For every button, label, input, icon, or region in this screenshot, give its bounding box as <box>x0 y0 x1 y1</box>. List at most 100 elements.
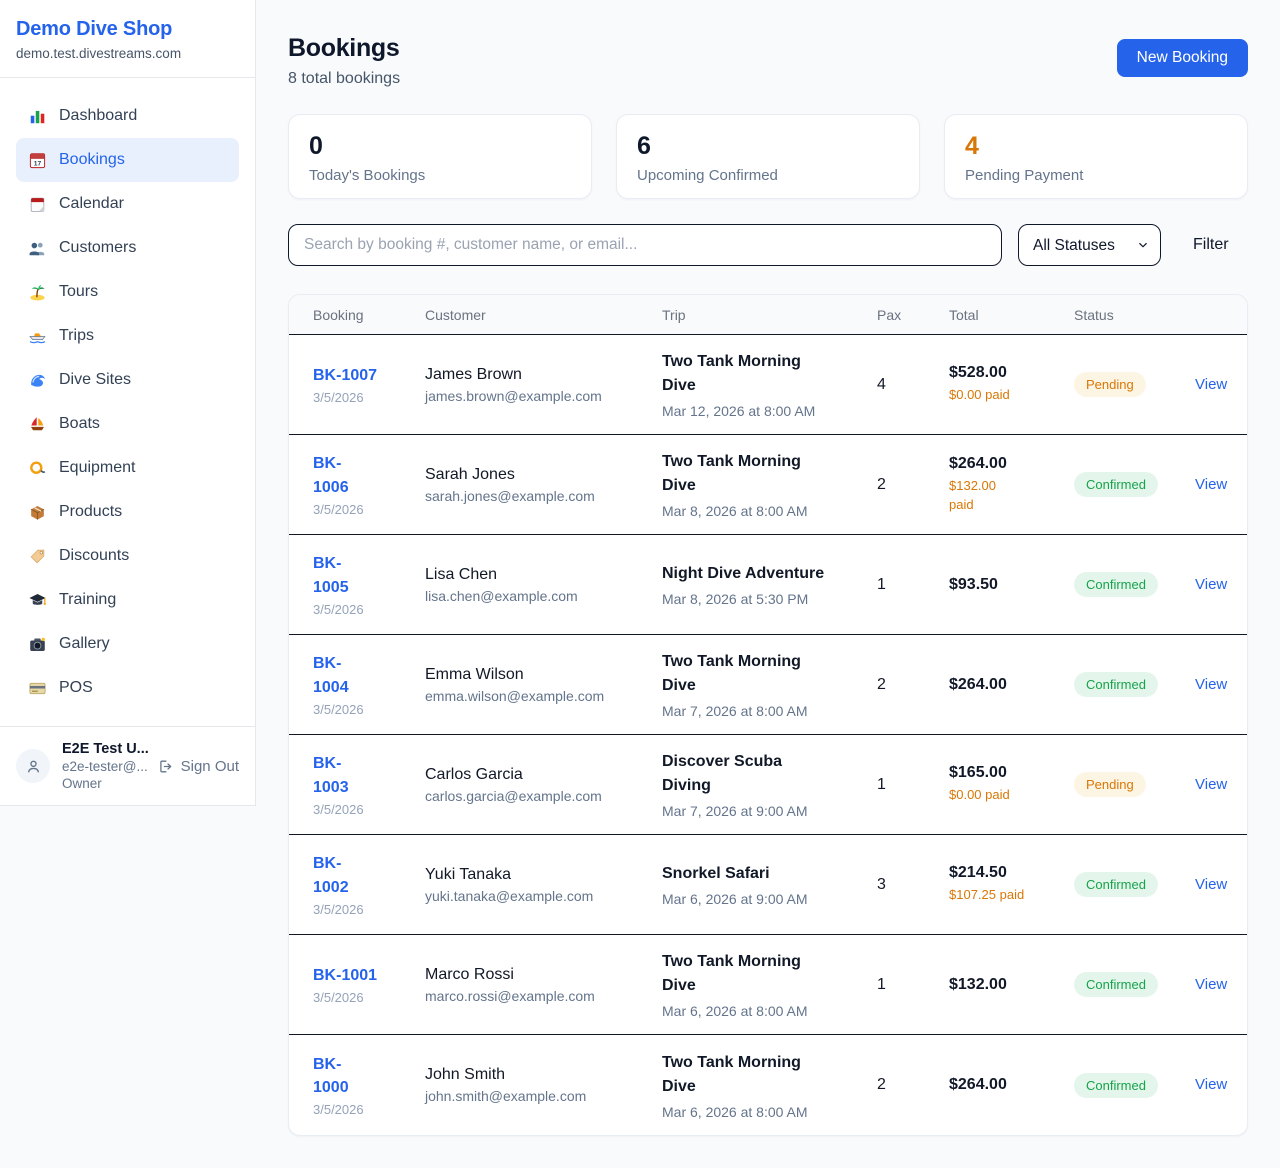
status-badge: Confirmed <box>1074 872 1158 897</box>
booking-calendar-icon <box>28 151 47 170</box>
customer-name: Marco Rossi <box>425 966 662 984</box>
customer-cell: John Smith john.smith@example.com <box>425 1066 662 1104</box>
booking-cell: BK- 1003 3/5/2026 <box>313 752 425 816</box>
status-cell: Confirmed <box>1074 472 1195 497</box>
stat-label: Today's Bookings <box>309 167 571 184</box>
booking-id-link[interactable]: BK- 1002 <box>313 852 425 898</box>
view-link[interactable]: View <box>1195 976 1227 993</box>
booking-cell: BK- 1004 3/5/2026 <box>313 652 425 716</box>
trip-cell: Two Tank Morning Dive Mar 7, 2026 at 8:0… <box>662 650 877 719</box>
sidebar-item-boats[interactable]: Boats <box>16 402 239 446</box>
trip-name: Snorkel Safari <box>662 862 877 886</box>
total-amount: $214.50 <box>949 864 1074 882</box>
trip-datetime: Mar 7, 2026 at 8:00 AM <box>662 703 877 719</box>
status-badge: Confirmed <box>1074 572 1158 597</box>
customer-cell: Emma Wilson emma.wilson@example.com <box>425 666 662 704</box>
new-booking-button[interactable]: New Booking <box>1117 39 1248 77</box>
total-bookings-count: 8 total bookings <box>288 70 400 88</box>
calendar-icon <box>28 195 47 214</box>
booking-date: 3/5/2026 <box>313 702 425 717</box>
filter-row: All Statuses Filter <box>288 224 1248 266</box>
table-row: BK-1007 3/5/2026 James Brown james.brown… <box>289 335 1247 435</box>
table-body: BK-1007 3/5/2026 James Brown james.brown… <box>289 335 1247 1135</box>
sailboat-icon <box>28 415 47 434</box>
sidebar-item-trips[interactable]: Trips <box>16 314 239 358</box>
view-link[interactable]: View <box>1195 476 1227 493</box>
filter-button[interactable]: Filter <box>1177 236 1245 254</box>
customer-email: sarah.jones@example.com <box>425 488 662 504</box>
customer-email: james.brown@example.com <box>425 388 662 404</box>
booking-id-link[interactable]: BK- 1005 <box>313 552 425 598</box>
booking-cell: BK-1007 3/5/2026 <box>313 364 425 405</box>
sidebar-item-calendar[interactable]: Calendar <box>16 182 239 226</box>
paid-amount: $0.00 paid <box>949 786 1074 805</box>
trip-name: Two Tank Morning Dive <box>662 650 877 698</box>
sign-out-button[interactable]: Sign Out <box>157 758 239 775</box>
sidebar-item-gallery[interactable]: Gallery <box>16 622 239 666</box>
pax-count: 2 <box>877 676 949 694</box>
booking-id-link[interactable]: BK-1007 <box>313 364 425 387</box>
package-icon <box>28 503 47 522</box>
customer-cell: Marco Rossi marco.rossi@example.com <box>425 966 662 1004</box>
booking-id-link[interactable]: BK-1001 <box>313 964 425 987</box>
view-link[interactable]: View <box>1195 876 1227 893</box>
paid-amount: $132.00 paid <box>949 477 1074 515</box>
sidebar-item-label: Trips <box>59 327 94 345</box>
sidebar-item-discounts[interactable]: Discounts <box>16 534 239 578</box>
total-cell: $214.50 $107.25 paid <box>949 864 1074 905</box>
customer-name: Emma Wilson <box>425 666 662 684</box>
bar-chart-icon <box>28 107 47 126</box>
sidebar-item-bookings[interactable]: Bookings <box>16 138 239 182</box>
pax-count: 1 <box>877 576 949 594</box>
booking-id-link[interactable]: BK- 1004 <box>313 652 425 698</box>
sign-out-label: Sign Out <box>181 758 239 775</box>
sidebar-item-training[interactable]: Training <box>16 578 239 622</box>
pax-count: 1 <box>877 976 949 994</box>
status-cell: Pending <box>1074 372 1195 397</box>
sidebar-item-dive-sites[interactable]: Dive Sites <box>16 358 239 402</box>
view-link[interactable]: View <box>1195 1076 1227 1093</box>
sidebar-item-pos[interactable]: POS <box>16 666 239 710</box>
pax-count: 4 <box>877 376 949 394</box>
booking-cell: BK-1001 3/5/2026 <box>313 964 425 1005</box>
view-link[interactable]: View <box>1195 676 1227 693</box>
table-row: BK- 1006 3/5/2026 Sarah Jones sarah.jone… <box>289 435 1247 535</box>
trip-datetime: Mar 12, 2026 at 8:00 AM <box>662 403 877 419</box>
users-icon <box>28 239 47 258</box>
status-select[interactable]: All Statuses <box>1018 224 1161 266</box>
sidebar-item-label: Boats <box>59 415 100 433</box>
sidebar-item-tours[interactable]: Tours <box>16 270 239 314</box>
table-row: BK- 1004 3/5/2026 Emma Wilson emma.wilso… <box>289 635 1247 735</box>
status-cell: Confirmed <box>1074 672 1195 697</box>
sidebar-item-dashboard[interactable]: Dashboard <box>16 94 239 138</box>
sidebar-item-label: Equipment <box>59 459 136 477</box>
trip-datetime: Mar 6, 2026 at 8:00 AM <box>662 1003 877 1019</box>
stat-card-pending-payment: 4 Pending Payment <box>944 114 1248 199</box>
view-link[interactable]: View <box>1195 376 1227 393</box>
booking-date: 3/5/2026 <box>313 902 425 917</box>
search-input[interactable] <box>288 224 1002 266</box>
page-header: Bookings 8 total bookings New Booking <box>288 34 1248 88</box>
booking-id-link[interactable]: BK- 1003 <box>313 752 425 798</box>
customer-name: Yuki Tanaka <box>425 866 662 884</box>
total-amount: $132.00 <box>949 976 1074 994</box>
total-amount: $264.00 <box>949 455 1074 473</box>
booking-id-link[interactable]: BK- 1006 <box>313 452 425 498</box>
total-amount: $264.00 <box>949 1076 1074 1094</box>
booking-id-link[interactable]: BK- 1000 <box>313 1053 425 1099</box>
sidebar: Demo Dive Shop demo.test.divestreams.com… <box>0 0 256 806</box>
diving-mask-icon <box>28 459 47 478</box>
customer-email: emma.wilson@example.com <box>425 688 662 704</box>
sidebar-item-equipment[interactable]: Equipment <box>16 446 239 490</box>
sidebar-item-customers[interactable]: Customers <box>16 226 239 270</box>
column-header-booking: Booking <box>313 307 425 323</box>
status-badge: Pending <box>1074 372 1146 397</box>
booking-cell: BK- 1006 3/5/2026 <box>313 452 425 516</box>
pax-count: 1 <box>877 776 949 794</box>
column-header-total: Total <box>949 307 1074 323</box>
view-link[interactable]: View <box>1195 776 1227 793</box>
view-link[interactable]: View <box>1195 576 1227 593</box>
booking-date: 3/5/2026 <box>313 390 425 405</box>
sidebar-item-products[interactable]: Products <box>16 490 239 534</box>
sidebar-nav: Dashboard Bookings Calendar Customers To… <box>0 78 255 716</box>
